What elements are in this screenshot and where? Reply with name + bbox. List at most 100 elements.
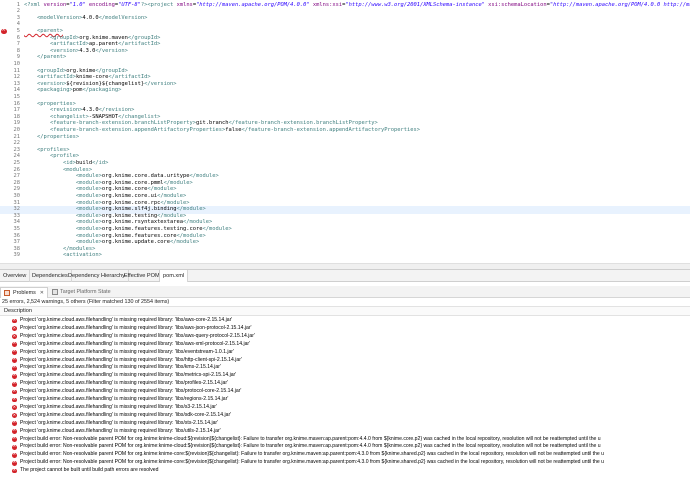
problem-row[interactable]: Project build error: Non-resolvable pare…: [0, 435, 690, 444]
tab-pom-xml[interactable]: pom.xml: [159, 270, 189, 282]
problem-description: Project build error: Non-resolvable pare…: [20, 459, 605, 466]
problem-description: Project 'org.knime.cloud.aws.filehandlin…: [20, 396, 229, 402]
code-token: "http://maven.apache.org/POM/4.0.0 http:…: [549, 1, 690, 8]
problem-row[interactable]: Project 'org.knime.cloud.aws.filehandlin…: [0, 396, 690, 404]
code-token: build: [75, 159, 93, 166]
code-token: <module>: [24, 239, 102, 246]
error-icon: [12, 396, 17, 403]
code-token: pom: [72, 87, 83, 94]
line-number: 39: [13, 252, 21, 259]
problem-description: Project 'org.knime.cloud.aws.filehandlin…: [20, 380, 229, 387]
error-icon: [12, 372, 17, 379]
problem-description: Project 'org.knime.cloud.aws.filehandlin…: [20, 403, 217, 410]
tab-problems[interactable]: Problems ✕: [0, 287, 48, 298]
code-token: "UTF-8": [118, 1, 141, 8]
problem-row[interactable]: Project 'org.knime.cloud.aws.filehandlin…: [0, 412, 690, 420]
code-token: <module>: [24, 219, 102, 226]
problem-description: Project build error: Non-resolvable pare…: [20, 443, 601, 450]
view-tab-bar: Problems ✕ Target Platform State: [0, 286, 690, 298]
problem-row[interactable]: Project 'org.knime.cloud.aws.filehandlin…: [0, 341, 690, 349]
code-token: ap.parent: [88, 41, 119, 48]
code-token: </module>: [160, 199, 190, 206]
code-token: ${revision}${changelist}: [66, 80, 145, 87]
code-token: org.knime.core: [101, 186, 148, 193]
code-token: 4.3.0: [79, 47, 96, 54]
problem-row[interactable]: Project 'org.knime.cloud.aws.filehandlin…: [0, 427, 690, 436]
code-token: <revision>: [24, 107, 83, 114]
code-token: version: [43, 1, 67, 8]
error-icon: [12, 435, 17, 442]
problems-table-header: Description: [0, 306, 690, 316]
error-icon: [12, 356, 17, 363]
problem-row[interactable]: Project build error: Non-resolvable pare…: [0, 451, 690, 459]
code-token: </properties>: [24, 133, 80, 140]
tab-dependency-hierarchy[interactable]: Dependency Hierarchy: [65, 270, 129, 282]
problem-description: Project 'org.knime.cloud.aws.filehandlin…: [20, 364, 221, 371]
error-icon: [12, 341, 17, 347]
code-token: org.knime.testing: [101, 212, 158, 219]
problems-list[interactable]: Project 'org.knime.cloud.aws.filehandlin…: [0, 316, 690, 483]
code-token: <?xml: [24, 1, 44, 8]
tab-overview[interactable]: Overview: [0, 270, 31, 282]
code-token: xmlns: [176, 1, 193, 8]
target-platform-icon: [52, 289, 58, 295]
code-line[interactable]: 39 <activation>: [0, 252, 690, 260]
problem-description: Project 'org.knime.cloud.aws.filehandlin…: [20, 332, 255, 339]
problem-description: Project build error: Non-resolvable pare…: [20, 451, 605, 458]
error-icon: [12, 427, 17, 434]
code-token: xmlns:xsi: [309, 1, 343, 8]
problem-row[interactable]: Project 'org.knime.cloud.aws.filehandlin…: [0, 325, 690, 333]
problem-row[interactable]: The project cannot be built until build …: [0, 467, 690, 475]
code-token: <module>: [24, 212, 102, 219]
code-token: <profiles>: [24, 146, 70, 153]
code-token: <properties>: [24, 100, 76, 107]
code-token: org.knime.features.testing.core: [101, 225, 203, 232]
problems-icon: [4, 290, 10, 296]
code-token: </feature-branch-extension.appendArtifac…: [241, 126, 420, 133]
code-token: <activation>: [24, 252, 102, 259]
problem-row[interactable]: Project 'org.knime.cloud.aws.filehandlin…: [0, 364, 690, 372]
code-token: </revision>: [98, 107, 135, 114]
problem-row[interactable]: Project build error: Non-resolvable pare…: [0, 443, 690, 451]
problem-row[interactable]: Project 'org.knime.cloud.aws.filehandlin…: [0, 388, 690, 396]
code-token: </version>: [95, 47, 128, 54]
code-token: org.knime.core.pmml: [101, 179, 164, 186]
code-token: <version>: [24, 80, 67, 87]
error-icon: [12, 388, 17, 395]
error-icon: [12, 412, 17, 418]
code-token: </modules>: [24, 245, 96, 252]
code-token: org.knime.core.data.uritype: [101, 173, 190, 180]
problem-row[interactable]: Project 'org.knime.cloud.aws.filehandlin…: [0, 348, 690, 357]
error-icon: [12, 380, 17, 387]
pom-editor-tabs: Overview Dependencies Dependency Hierarc…: [0, 269, 690, 282]
problem-row[interactable]: Project 'org.knime.cloud.aws.filehandlin…: [0, 372, 690, 380]
xml-editor[interactable]: 1 <?xml version="1.0" encoding="UTF-8"?><…: [0, 0, 690, 265]
column-header-description[interactable]: Description: [4, 307, 32, 316]
code-token: org.knime.slf4j.binding: [101, 206, 177, 213]
error-icon: [12, 317, 17, 324]
problem-row[interactable]: Project 'org.knime.cloud.aws.filehandlin…: [0, 317, 690, 325]
problem-description: Project 'org.knime.cloud.aws.filehandlin…: [20, 356, 242, 363]
problem-row[interactable]: Project 'org.knime.cloud.aws.filehandlin…: [0, 356, 690, 365]
code-token: <parent>: [24, 27, 63, 34]
code-token: <feature-branch-extension.appendArtifact…: [24, 126, 226, 133]
problem-description: Project 'org.knime.cloud.aws.filehandlin…: [20, 411, 232, 418]
tab-target-platform-state[interactable]: Target Platform State: [49, 287, 111, 298]
problem-row[interactable]: Project 'org.knime.cloud.aws.filehandlin…: [0, 380, 690, 388]
code-token: encoding: [85, 1, 115, 8]
code-token: -SNAPSHOT: [88, 113, 119, 120]
problem-description: Project 'org.knime.cloud.aws.filehandlin…: [20, 324, 252, 331]
code-token: xsi:schemaLocation: [484, 1, 547, 8]
tab-effective-pom[interactable]: Effective POM: [121, 270, 164, 282]
code-token: </module>: [157, 192, 187, 199]
code-token: <id>: [24, 159, 76, 166]
problem-row[interactable]: Project 'org.knime.cloud.aws.filehandlin…: [0, 420, 690, 428]
code-token: <module>: [24, 179, 102, 186]
problem-description: Project 'org.knime.cloud.aws.filehandlin…: [20, 348, 234, 355]
problem-row[interactable]: Project 'org.knime.cloud.aws.filehandlin…: [0, 404, 690, 412]
code-text: <activation>: [24, 252, 102, 260]
code-token: org.knime: [66, 67, 96, 74]
code-token: org.knime.rsyntaxtextarea: [101, 219, 184, 226]
problem-row[interactable]: Project 'org.knime.cloud.aws.filehandlin…: [0, 333, 690, 341]
problem-row[interactable]: Project build error: Non-resolvable pare…: [0, 459, 690, 467]
